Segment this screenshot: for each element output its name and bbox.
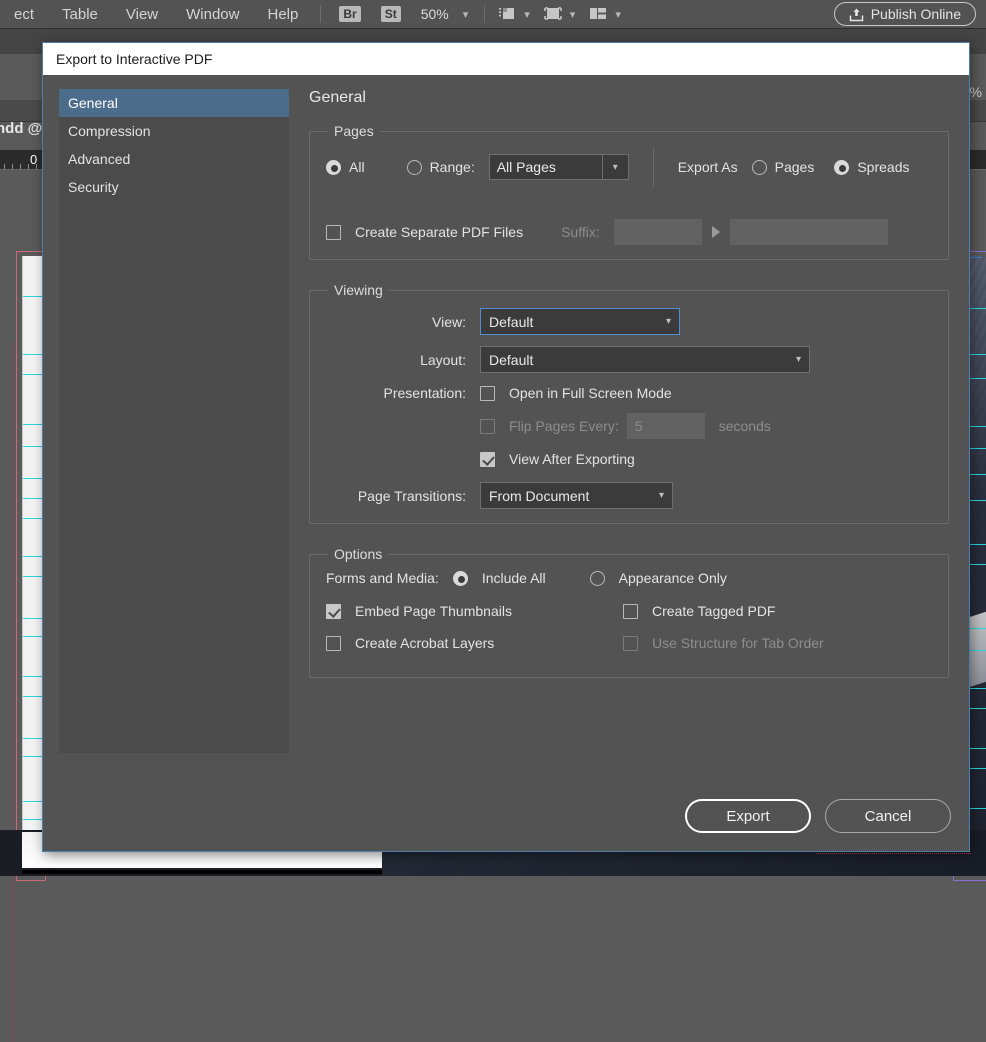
layout-select[interactable]: Default ▾ xyxy=(480,346,810,373)
zoom-level-value[interactable]: 50% xyxy=(421,6,449,22)
radio-include-all[interactable] xyxy=(453,571,468,586)
layout-label: Layout: xyxy=(326,352,466,368)
export-button[interactable]: Export xyxy=(685,799,811,833)
page-edge-shadow xyxy=(22,870,382,874)
radio-appearance-only-label: Appearance Only xyxy=(619,570,727,586)
checkbox-flip-pages-label: Flip Pages Every: xyxy=(509,418,619,434)
pages-group: Pages All Range: All Pages ▾ Export As xyxy=(309,123,949,260)
suffix-input[interactable] xyxy=(614,219,702,245)
menu-item-window[interactable]: Window xyxy=(172,6,253,23)
stock-icon[interactable]: St xyxy=(381,6,401,22)
checkbox-create-separate-pdf-label: Create Separate PDF Files xyxy=(355,224,523,240)
flip-seconds-input[interactable]: 5 xyxy=(627,413,705,439)
checkbox-use-structure-tab-order[interactable] xyxy=(623,636,638,651)
checkbox-create-acrobat-layers-label: Create Acrobat Layers xyxy=(355,635,623,651)
screen-mode-icon[interactable] xyxy=(544,6,562,22)
presentation-label: Presentation: xyxy=(326,385,466,401)
chevron-down-icon[interactable]: ▾ xyxy=(607,8,629,21)
view-options-icon[interactable] xyxy=(499,6,516,22)
radio-export-spreads[interactable] xyxy=(834,160,849,175)
chevron-down-icon: ▾ xyxy=(649,490,664,501)
view-select[interactable]: Default ▾ xyxy=(480,308,680,335)
menu-item-table[interactable]: Table xyxy=(48,6,112,23)
radio-all-pages-label: All xyxy=(349,159,365,175)
checkbox-create-separate-pdf[interactable] xyxy=(326,225,341,240)
dialog-body: General Compression Advanced Security Ge… xyxy=(43,75,969,781)
suffix-label: Suffix: xyxy=(561,224,600,240)
panel-title: General xyxy=(309,89,949,107)
arrange-documents-icon[interactable] xyxy=(589,6,607,22)
range-dropdown-arrow[interactable]: ▾ xyxy=(603,154,629,180)
document-tab-label[interactable]: ndd @ xyxy=(0,120,42,137)
text-frame-outline xyxy=(816,853,971,854)
suffix-preview-input[interactable] xyxy=(730,219,888,245)
radio-range-label: Range: xyxy=(430,159,475,175)
menu-item-help[interactable]: Help xyxy=(253,6,312,23)
ruler-zero-label: 0 xyxy=(30,152,37,167)
bridge-icon[interactable]: Br xyxy=(339,6,360,22)
dialog-main-panel: General Pages All Range: All Pages ▾ xyxy=(309,89,953,781)
options-group: Options Forms and Media: Include All App… xyxy=(309,546,949,678)
checkbox-create-acrobat-layers[interactable] xyxy=(326,636,341,651)
page-transitions-select[interactable]: From Document ▾ xyxy=(480,482,673,509)
page-outline-left xyxy=(12,342,13,1042)
checkbox-view-after-exporting[interactable] xyxy=(480,452,495,467)
forms-and-media-label: Forms and Media: xyxy=(326,570,439,586)
options-group-legend: Options xyxy=(328,546,388,562)
checkbox-open-full-screen[interactable] xyxy=(480,386,495,401)
chevron-down-icon[interactable]: ▾ xyxy=(455,8,477,21)
layout-select-value: Default xyxy=(489,352,533,368)
radio-all-pages[interactable] xyxy=(326,160,341,175)
viewing-group-legend: Viewing xyxy=(328,282,389,298)
checkbox-embed-page-thumbnails[interactable] xyxy=(326,604,341,619)
sidebar-item-general[interactable]: General xyxy=(59,89,289,117)
checkbox-embed-page-thumbnails-label: Embed Page Thumbnails xyxy=(355,603,623,619)
checkbox-view-after-exporting-label: View After Exporting xyxy=(509,451,635,467)
pages-group-legend: Pages xyxy=(328,123,380,139)
view-select-value: Default xyxy=(489,314,533,330)
chevron-down-icon: ▾ xyxy=(786,354,801,365)
radio-export-spreads-label: Spreads xyxy=(857,159,909,175)
menu-bar[interactable]: ect Table View Window Help Br St 50% ▾ ▾ xyxy=(0,0,986,28)
dialog-footer: Export Cancel xyxy=(43,781,969,851)
seconds-label: seconds xyxy=(719,418,771,434)
sidebar-item-compression[interactable]: Compression xyxy=(59,117,289,145)
menu-item-object[interactable]: ect xyxy=(0,6,48,23)
chevron-down-icon[interactable]: ▾ xyxy=(562,8,584,21)
radio-appearance-only[interactable] xyxy=(590,571,605,586)
publish-icon xyxy=(849,7,864,22)
publish-online-button[interactable]: Publish Online xyxy=(834,2,976,26)
toolbar-divider xyxy=(484,5,485,23)
checkbox-create-tagged-pdf[interactable] xyxy=(623,604,638,619)
dialog-category-list[interactable]: General Compression Advanced Security xyxy=(59,89,289,753)
page-transitions-value: From Document xyxy=(489,488,589,504)
cancel-button[interactable]: Cancel xyxy=(825,799,951,833)
checkbox-create-tagged-pdf-label: Create Tagged PDF xyxy=(652,603,775,619)
page-transitions-label: Page Transitions: xyxy=(326,488,466,504)
view-label: View: xyxy=(326,314,466,330)
suffix-insert-icon[interactable] xyxy=(712,226,720,238)
sidebar-item-security[interactable]: Security xyxy=(59,173,289,201)
zoom-percent-label: % xyxy=(970,84,982,100)
checkbox-use-structure-tab-order-label: Use Structure for Tab Order xyxy=(652,635,824,651)
radio-range[interactable] xyxy=(407,160,422,175)
range-input[interactable]: All Pages xyxy=(489,154,603,180)
dialog-titlebar: Export to Interactive PDF xyxy=(43,43,969,75)
radio-include-all-label: Include All xyxy=(482,570,546,586)
checkbox-open-full-screen-label: Open in Full Screen Mode xyxy=(509,385,672,401)
radio-export-pages[interactable] xyxy=(752,160,767,175)
publish-online-label: Publish Online xyxy=(871,6,961,22)
chevron-down-icon[interactable]: ▾ xyxy=(516,8,538,21)
viewing-group: Viewing View: Default ▾ Layout: Default … xyxy=(309,282,949,524)
export-as-label: Export As xyxy=(678,159,738,175)
menu-item-view[interactable]: View xyxy=(112,6,172,23)
export-interactive-pdf-dialog[interactable]: Export to Interactive PDF General Compre… xyxy=(42,42,970,852)
toolbar-divider xyxy=(320,5,321,23)
dialog-title: Export to Interactive PDF xyxy=(56,51,212,67)
sidebar-item-advanced[interactable]: Advanced xyxy=(59,145,289,173)
radio-export-pages-label: Pages xyxy=(775,159,815,175)
checkbox-flip-pages[interactable] xyxy=(480,419,495,434)
group-divider xyxy=(653,147,654,187)
chevron-down-icon: ▾ xyxy=(656,316,671,327)
